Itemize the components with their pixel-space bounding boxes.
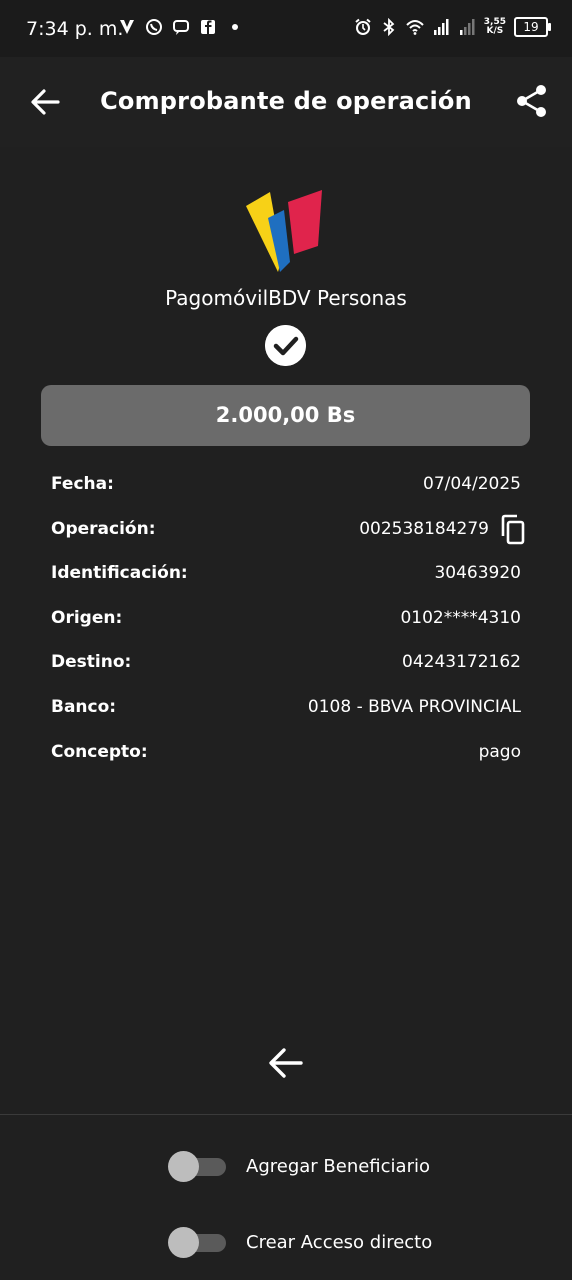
page-title: Comprobante de operación xyxy=(100,87,472,115)
detail-value: 0102****4310 xyxy=(400,607,521,628)
alarm-icon xyxy=(355,18,371,35)
toggle-switch[interactable] xyxy=(168,1225,226,1259)
detail-row-origen: Origen: 0102****4310 xyxy=(51,608,521,653)
bottom-back-arrow-icon[interactable] xyxy=(266,1044,306,1082)
app-bar: Comprobante de operación xyxy=(0,57,572,147)
section-divider xyxy=(0,1114,572,1115)
switch-thumb xyxy=(168,1151,199,1182)
detail-label: Identificación: xyxy=(51,563,188,584)
detail-label: Destino: xyxy=(51,652,132,673)
signal-icon xyxy=(433,19,449,35)
detail-row-destino: Destino: 04243172162 xyxy=(51,652,521,697)
detail-label: Operación: xyxy=(51,518,156,539)
brand-name: PagomóvilBDV Personas xyxy=(165,286,407,310)
pagomovil-logo xyxy=(246,190,322,272)
status-time: 7:34 p. m. xyxy=(26,18,124,40)
copy-icon[interactable] xyxy=(499,514,527,546)
switch-thumb xyxy=(168,1227,199,1258)
dot-icon xyxy=(232,24,238,30)
detail-label: Fecha: xyxy=(51,474,114,494)
detail-value: pago xyxy=(478,741,521,762)
whatsapp-icon xyxy=(146,19,162,35)
vpn-icon xyxy=(120,20,134,34)
toggle-crear-acceso-directo[interactable]: Crear Acceso directo xyxy=(168,1225,432,1259)
detail-value: 30463920 xyxy=(434,563,521,584)
toggle-switch[interactable] xyxy=(168,1149,226,1183)
wifi-icon xyxy=(406,20,424,35)
amount-display: 2.000,00 Bs xyxy=(41,385,530,446)
detail-label: Banco: xyxy=(51,696,117,717)
chat-icon xyxy=(173,20,189,35)
detail-label: Concepto: xyxy=(51,741,148,762)
detail-row-operacion: Operación: 002538184279 xyxy=(51,514,525,564)
detail-value: 07/04/2025 xyxy=(423,474,521,494)
toggle-label: Crear Acceso directo xyxy=(246,1231,433,1253)
detail-label: Origen: xyxy=(51,607,123,628)
detail-row-banco: Banco: 0108 - BBVA PROVINCIAL xyxy=(51,697,521,742)
success-check-icon xyxy=(265,325,306,366)
notification-icons xyxy=(118,18,244,36)
battery-indicator: 19 xyxy=(514,17,551,37)
detail-row-identificacion: Identificación: 30463920 xyxy=(51,563,521,608)
operation-details: Fecha: 07/04/2025 Operación: 00253818427… xyxy=(51,474,525,787)
toggle-label: Agregar Beneficiario xyxy=(246,1155,430,1177)
system-icons: 3,55 K/S 19 xyxy=(354,17,551,37)
status-bar: 7:34 p. m. 3,55 K/S 19 xyxy=(0,0,572,57)
facebook-icon xyxy=(201,20,215,34)
toggle-agregar-beneficiario[interactable]: Agregar Beneficiario xyxy=(168,1149,430,1183)
share-icon[interactable] xyxy=(514,83,550,119)
signal-icon xyxy=(459,19,475,35)
detail-row-fecha: Fecha: 07/04/2025 xyxy=(51,474,521,519)
network-speed: 3,55 K/S xyxy=(484,18,506,36)
detail-value: 002538184279 xyxy=(359,518,489,539)
detail-value: 0108 - BBVA PROVINCIAL xyxy=(307,696,521,717)
detail-value: 04243172162 xyxy=(402,652,521,673)
detail-row-concepto: Concepto: pago xyxy=(51,742,521,787)
bluetooth-icon xyxy=(383,18,395,36)
network-speed-unit: K/S xyxy=(486,26,504,36)
